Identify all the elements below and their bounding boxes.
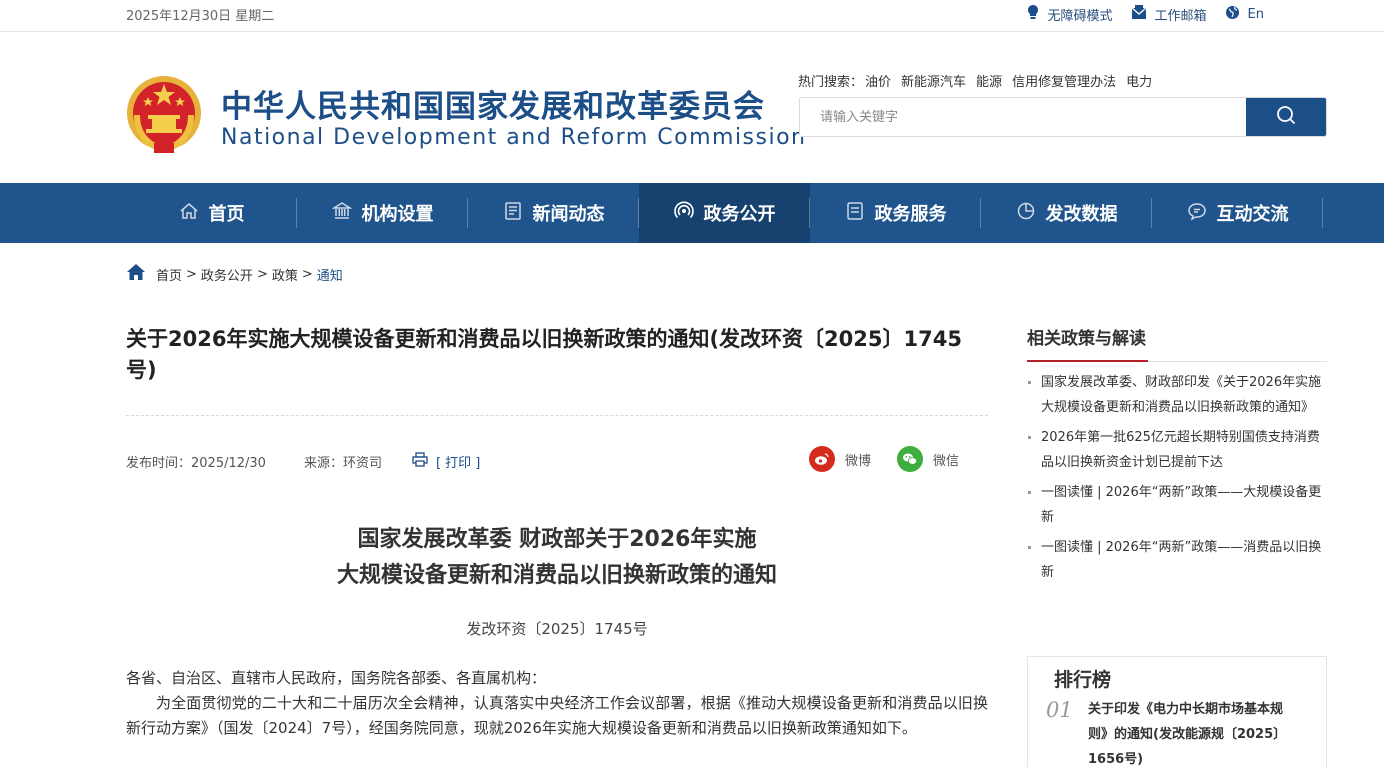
title-divider — [126, 415, 988, 416]
related-policies-title: 相关政策与解读 — [1027, 324, 1148, 362]
article-source: 来源：环资司 — [303, 456, 382, 471]
nav-item-data[interactable]: 发改数据 — [981, 183, 1152, 243]
ranking-panel: 排行榜 01 关于印发《电力中长期市场基本规则》的通知(发改能源规〔2025〕1… — [1027, 656, 1327, 767]
service-icon — [845, 201, 875, 226]
print-button[interactable]: [ 打印 ] — [412, 452, 480, 471]
related-policy-item[interactable]: 一图读懂 | 2026年“两新”政策——消费品以旧换新 — [1027, 535, 1327, 585]
hot-search-item[interactable]: 电力 — [1126, 71, 1152, 90]
hot-search-label: 热门搜索： — [798, 75, 864, 90]
share-weibo-label: 微博 — [845, 453, 872, 469]
breadcrumb-home[interactable]: 首页 — [156, 265, 182, 284]
nav-label: 新闻动态 — [532, 204, 605, 225]
search-icon — [1276, 105, 1296, 129]
article-title: 关于2026年实施大规模设备更新和消费品以旧换新政策的通知(发改环资〔2025〕… — [126, 327, 962, 382]
work-email-link[interactable]: 工作邮箱 — [1131, 4, 1207, 24]
breadcrumb-policy[interactable]: 政策 — [272, 265, 298, 284]
related-policy-item[interactable]: 国家发展改革委、财政部印发《关于2026年实施大规模设备更新和消费品以旧换新政策… — [1027, 370, 1327, 420]
breadcrumb-separator: > — [256, 266, 268, 282]
document-number: 发改环资〔2025〕1745号 — [466, 620, 648, 638]
breadcrumb-separator: > — [301, 266, 313, 282]
related-policies-list: 国家发展改革委、财政部印发《关于2026年实施大规模设备更新和消费品以旧换新政策… — [1027, 370, 1327, 590]
search-input[interactable] — [800, 98, 1246, 136]
print-label: [ 打印 ] — [435, 456, 481, 471]
nav-item-news[interactable]: 新闻动态 — [468, 183, 639, 243]
printer-icon — [412, 452, 436, 471]
institution-icon — [330, 201, 362, 226]
english-link[interactable]: En — [1225, 5, 1264, 24]
breadcrumb-notice[interactable]: 通知 — [317, 265, 343, 284]
hot-search: 热门搜索： 油价 新能源汽车 能源 信用修复管理办法 电力 — [798, 71, 1162, 90]
work-email-label: 工作邮箱 — [1154, 8, 1207, 24]
ranking-item[interactable]: 01 关于印发《电力中长期市场基本规则》的通知(发改能源规〔2025〕1656号… — [1028, 691, 1326, 767]
search-button[interactable] — [1246, 98, 1326, 136]
broadcast-icon — [673, 201, 704, 226]
home-icon — [179, 201, 209, 226]
breadcrumb: 首页 > 政务公开 > 政策 > 通知 — [126, 263, 343, 285]
pie-chart-icon — [1016, 201, 1046, 226]
accessibility-icon — [1026, 4, 1048, 24]
share-weibo-button[interactable]: 微博 — [809, 446, 871, 472]
accessibility-label: 无障碍模式 — [1047, 8, 1113, 24]
breadcrumb-separator: > — [186, 266, 197, 282]
related-policies-header: 相关政策与解读 — [1027, 324, 1327, 362]
globe-icon — [1225, 5, 1248, 24]
document-title: 国家发展改革委 财政部关于2026年实施 大规模设备更新和消费品以旧换新政策的通… — [126, 522, 988, 594]
salutation: 各省、自治区、直辖市人民政府，国务院各部委、各直属机构： — [126, 669, 547, 687]
hot-search-item[interactable]: 新能源汽车 — [901, 71, 966, 90]
document-title-line-2: 大规模设备更新和消费品以旧换新政策的通知 — [336, 563, 777, 588]
body-paragraph: 为全面贯彻党的二十大和二十届历次全会精神，认真落实中央经济工作会议部署，根据《推… — [126, 694, 988, 737]
top-tools: 无障碍模式 工作邮箱 En — [1008, 4, 1264, 24]
nav-label: 政务公开 — [703, 204, 776, 225]
top-bar: 2025年12月30日 星期二 无障碍模式 工作邮箱 En — [0, 0, 1384, 32]
ranking-title: 排行榜 — [1054, 669, 1112, 691]
site-header: 中华人民共和国国家发展和改革委员会 National Development a… — [0, 33, 1384, 183]
breadcrumb-government-affairs[interactable]: 政务公开 — [201, 265, 253, 284]
nav-item-government-affairs[interactable]: 政务公开 — [639, 183, 810, 243]
ranking-text: 关于印发《电力中长期市场基本规则》的通知(发改能源规〔2025〕1656号) — [1088, 702, 1287, 767]
share-wechat-button[interactable]: 微信 — [897, 446, 959, 472]
hot-search-item[interactable]: 信用修复管理办法 — [1012, 71, 1116, 90]
share-bar: 微博 微信 — [809, 446, 985, 472]
chat-icon — [1187, 201, 1217, 226]
document-title-line-1: 国家发展改革委 财政部关于2026年实施 — [357, 527, 757, 552]
article-body: 各省、自治区、直辖市人民政府，国务院各部委、各直属机构： 为全面贯彻党的二十大和… — [126, 666, 988, 741]
nav-item-institution[interactable]: 机构设置 — [297, 183, 468, 243]
current-date: 2025年12月30日 星期二 — [126, 9, 275, 24]
nav-label: 互动交流 — [1216, 204, 1289, 225]
nav-label: 政务服务 — [874, 204, 947, 225]
related-policy-item[interactable]: 一图读懂 | 2026年“两新”政策——大规模设备更新 — [1027, 480, 1327, 530]
wechat-icon — [897, 446, 924, 472]
related-policy-item[interactable]: 2026年第一批625亿元超长期特别国债支持消费品以旧换新资金计划已提前下达 — [1027, 425, 1327, 475]
site-name-cn: 中华人民共和国国家发展和改革委员会 — [221, 89, 765, 125]
site-name[interactable]: 中华人民共和国国家发展和改革委员会 National Development a… — [221, 90, 807, 152]
mail-icon — [1131, 4, 1155, 24]
hot-search-item[interactable]: 油价 — [865, 71, 891, 90]
nav-label: 机构设置 — [361, 204, 434, 225]
nav-item-home[interactable]: 首页 — [126, 183, 297, 243]
english-label: En — [1247, 6, 1264, 22]
nav-label: 发改数据 — [1045, 204, 1118, 225]
main-nav: 首页 机构设置 新闻动态 政务公开 政务服务 发改数据 互动交流 — [0, 183, 1384, 243]
weibo-icon — [809, 446, 835, 472]
share-wechat-label: 微信 — [933, 453, 960, 469]
accessibility-mode-link[interactable]: 无障碍模式 — [1026, 4, 1113, 24]
publish-time: 发布时间：2025/12/30 — [126, 456, 266, 471]
home-icon[interactable] — [126, 263, 156, 285]
nav-item-services[interactable]: 政务服务 — [810, 183, 981, 243]
search-box — [799, 97, 1327, 137]
ranking-number: 01 — [1046, 698, 1073, 722]
article-meta: 发布时间：2025/12/30 来源：环资司 [ 打印 ] — [126, 452, 480, 471]
national-emblem-logo[interactable] — [126, 75, 202, 157]
news-icon — [503, 201, 533, 226]
nav-item-interaction[interactable]: 互动交流 — [1152, 183, 1323, 243]
hot-search-item[interactable]: 能源 — [976, 71, 1002, 90]
site-name-en: National Development and Reform Commissi… — [221, 125, 807, 150]
nav-label: 首页 — [208, 204, 245, 225]
